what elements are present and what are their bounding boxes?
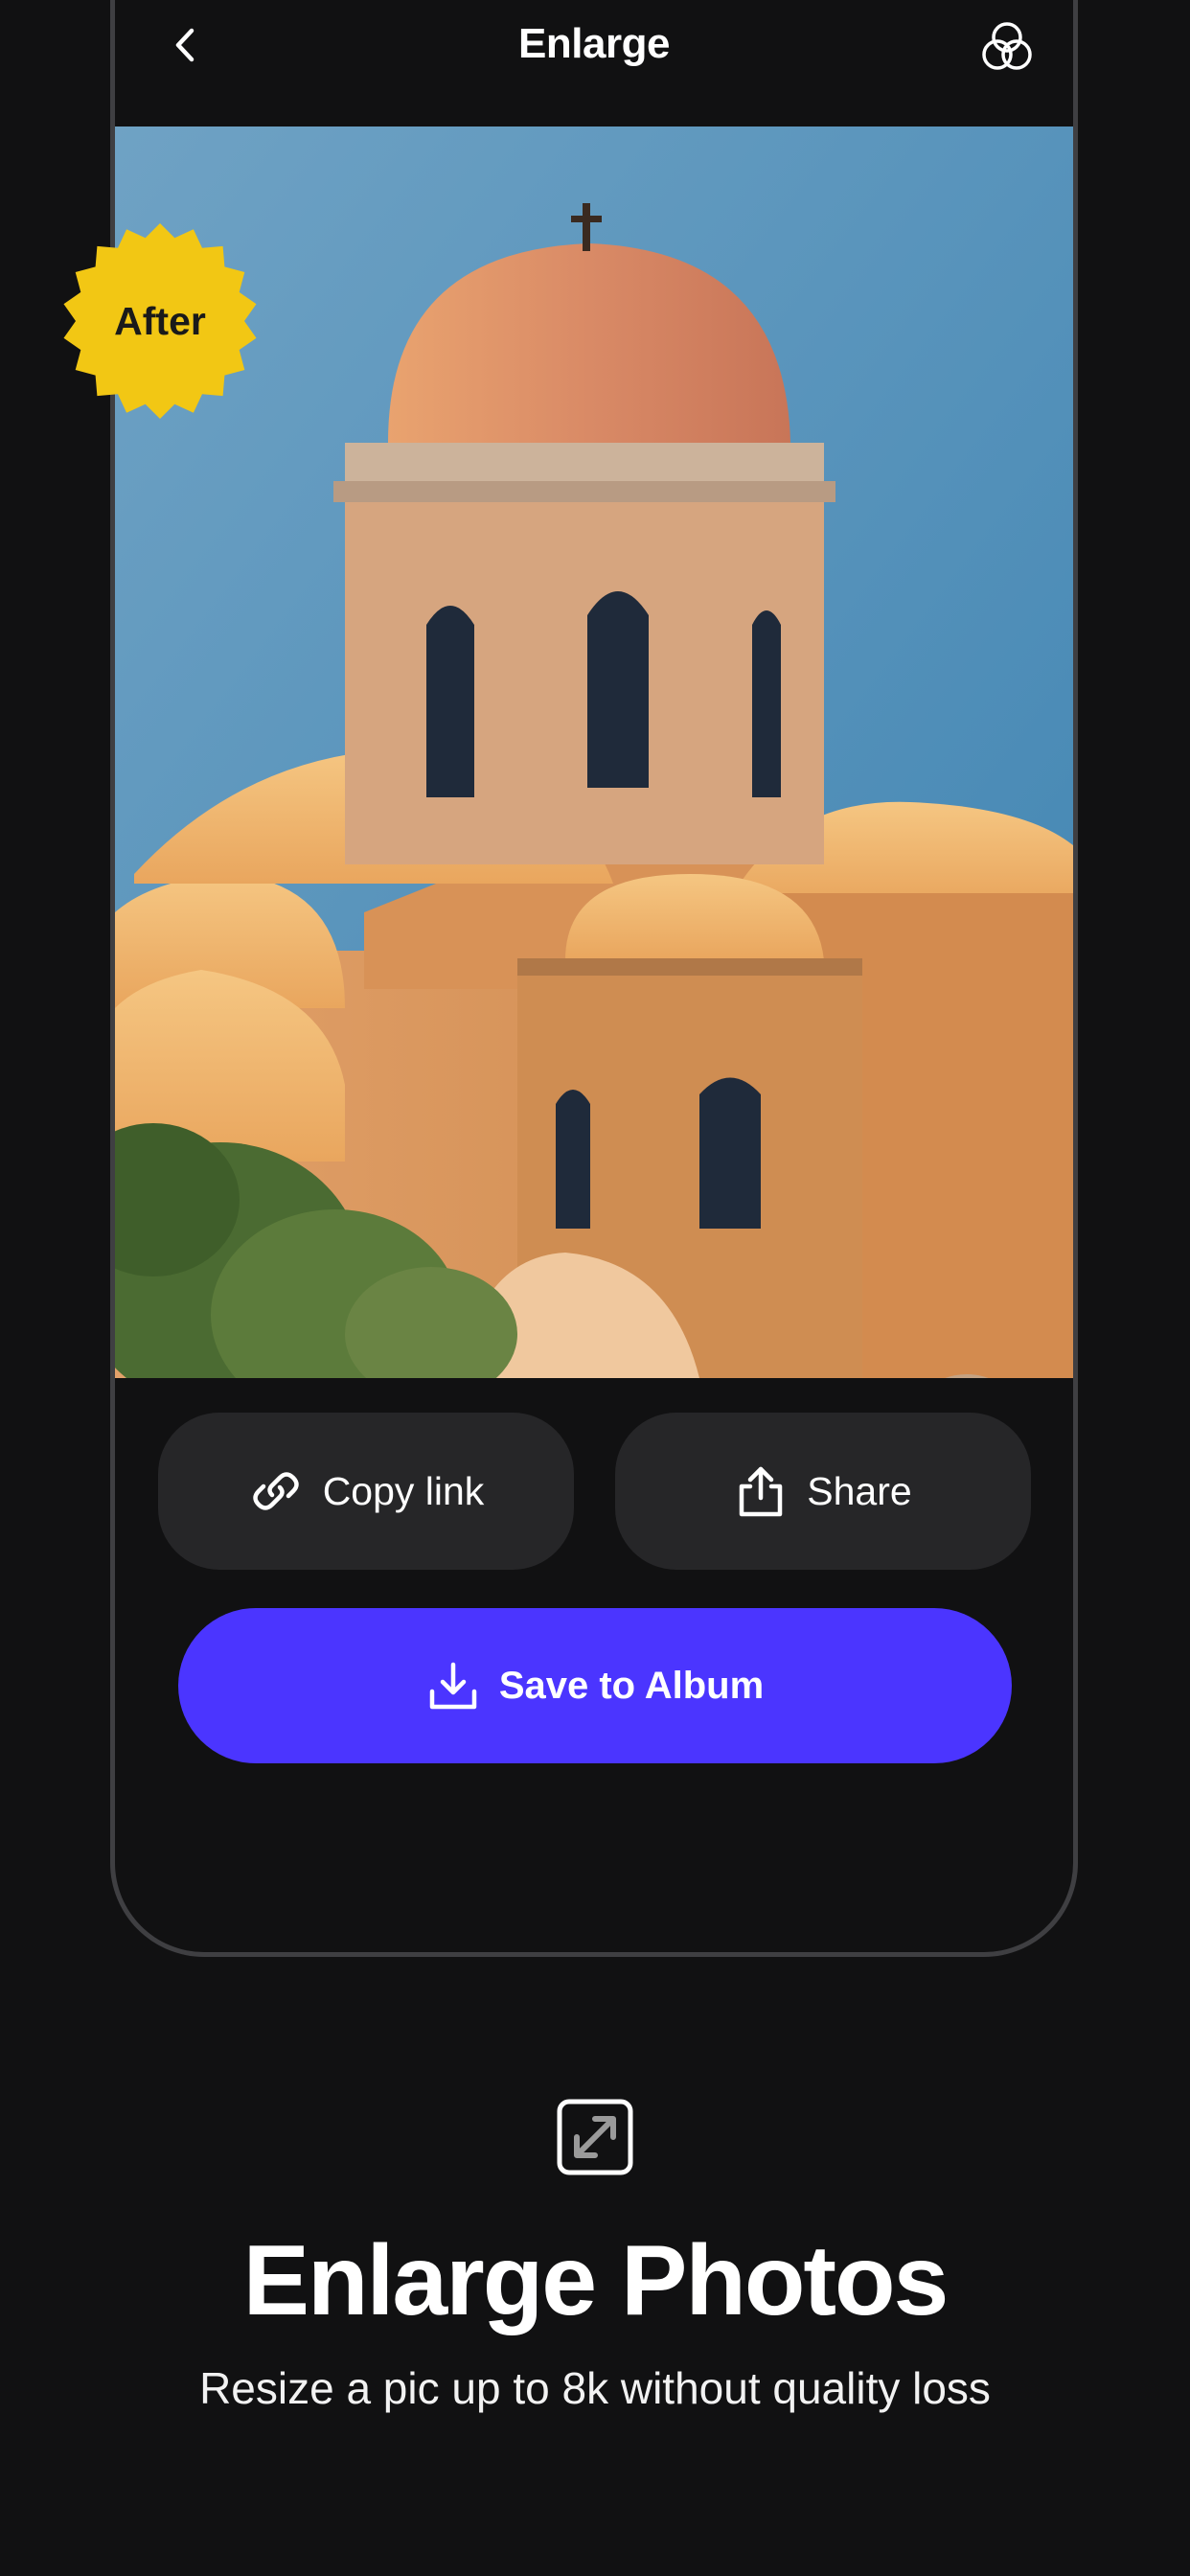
share-button[interactable]: Share <box>615 1413 1031 1570</box>
save-to-album-button[interactable]: Save to Album <box>178 1608 1012 1763</box>
filter-button[interactable] <box>977 17 1037 77</box>
page-title: Enlarge <box>518 20 670 67</box>
feature-title: Enlarge Photos <box>242 2225 950 2336</box>
copy-link-label: Copy link <box>322 1468 485 1513</box>
after-badge-label: After <box>114 299 206 343</box>
download-icon <box>429 1662 477 1710</box>
after-badge: After <box>59 220 261 422</box>
compare-button[interactable] <box>904 1374 1030 1378</box>
expand-icon <box>557 2099 633 2175</box>
share-icon <box>740 1466 783 1517</box>
overlapping-circles-icon <box>982 22 1032 70</box>
copy-link-button[interactable]: Copy link <box>158 1413 574 1570</box>
split-compare-icon <box>904 1374 1030 1378</box>
navigation-bar: Enlarge <box>115 0 1073 88</box>
feature-subtitle: Resize a pic up to 8k without quality lo… <box>199 2363 991 2413</box>
link-icon <box>252 1472 299 1510</box>
share-label: Share <box>807 1468 912 1513</box>
save-to-album-label: Save to Album <box>498 1664 765 1707</box>
